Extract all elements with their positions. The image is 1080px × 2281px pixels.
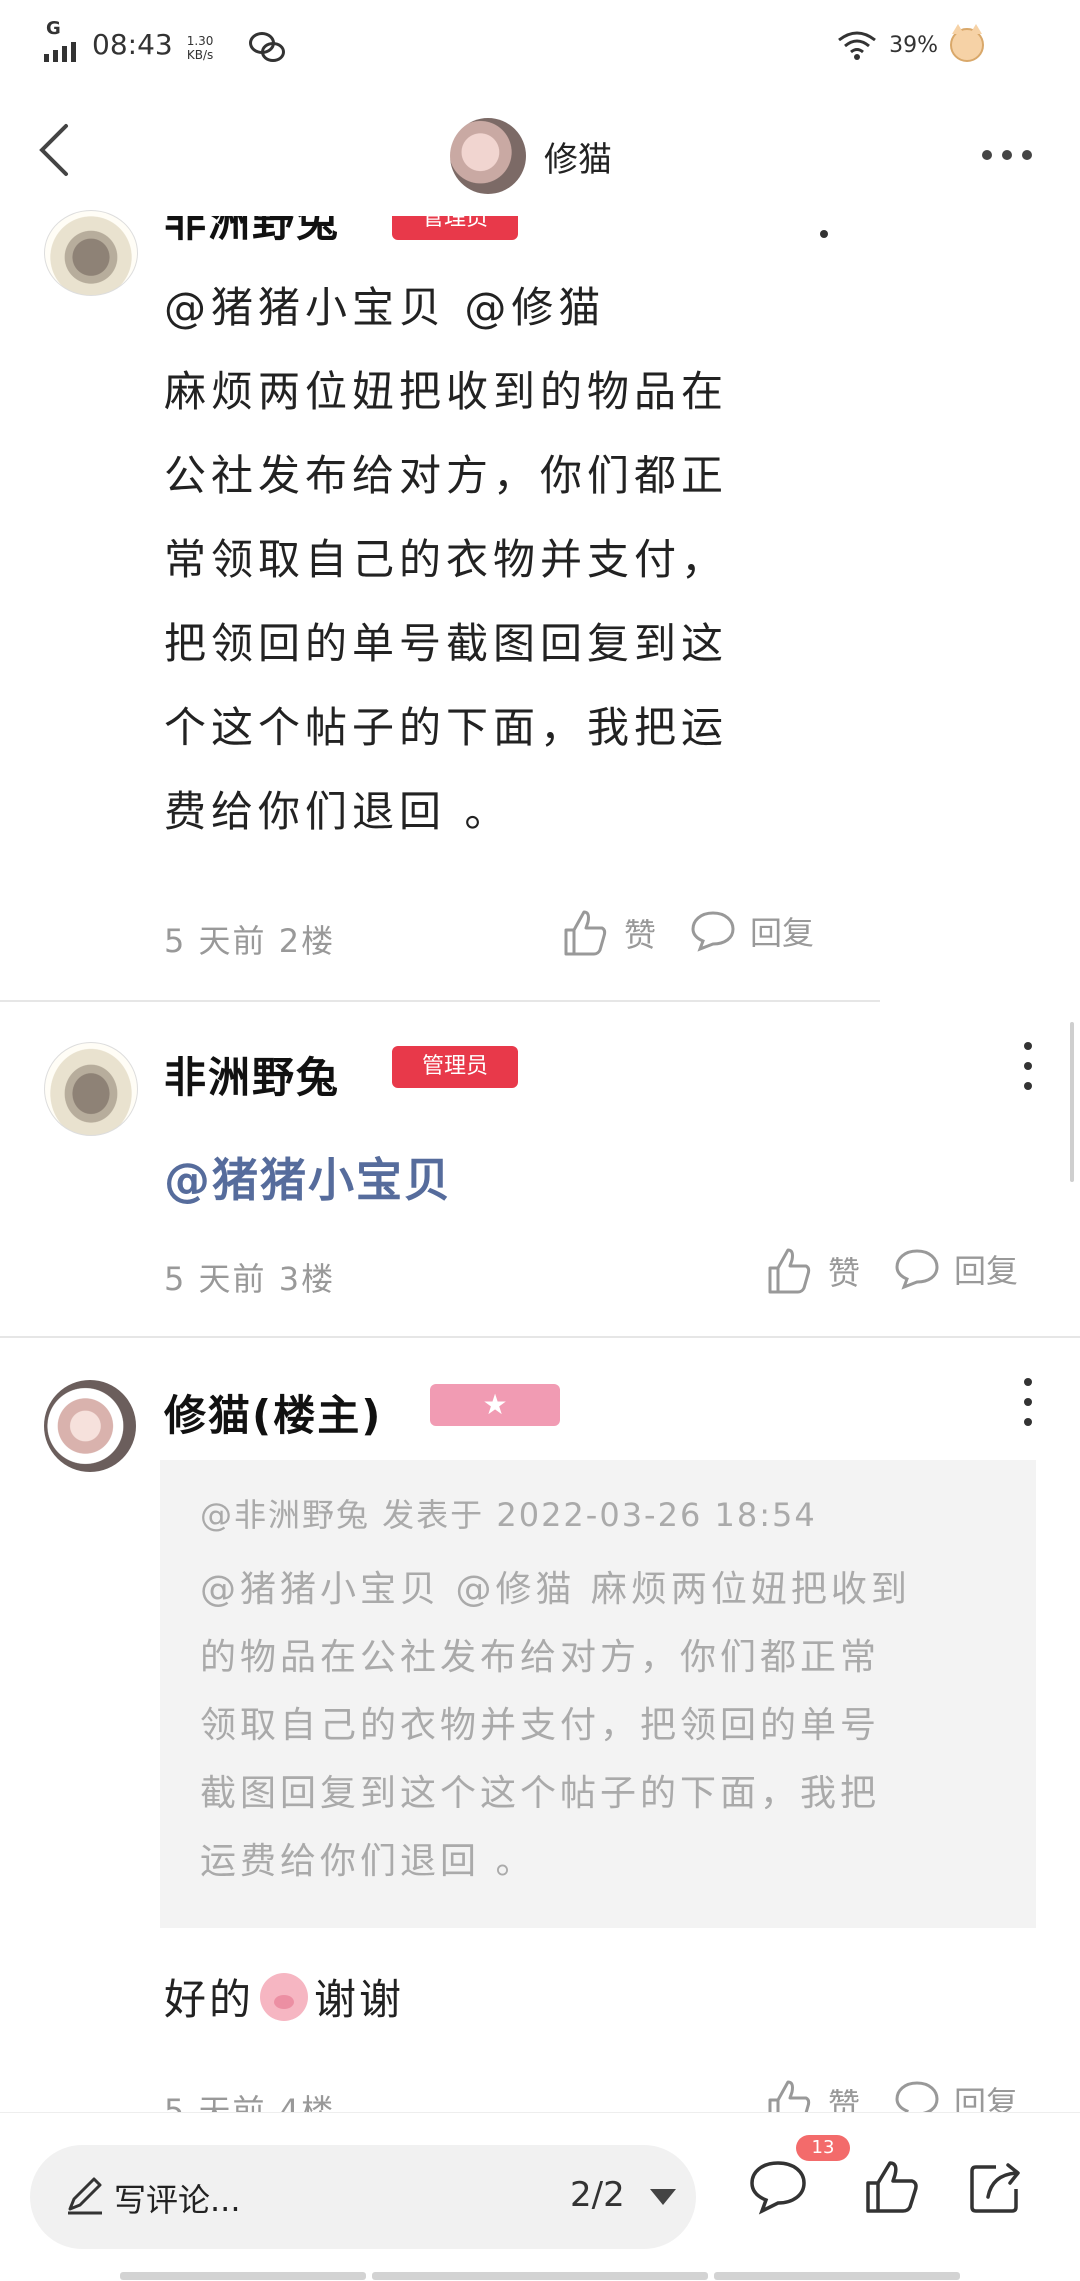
network-type: G <box>46 18 61 39</box>
like-button[interactable]: 赞 <box>560 908 656 958</box>
username[interactable]: 修猫(楼主) <box>164 1382 382 1443</box>
comment-icon <box>895 1249 939 1290</box>
clock: 08:43 <box>92 28 173 61</box>
bottom-bar: 写评论... 2/2 13 <box>0 2112 1080 2281</box>
thumbs-up-icon <box>768 2080 811 2112</box>
more-options-icon[interactable] <box>1022 1378 1034 1426</box>
comment-icon <box>691 911 735 952</box>
page-title: 修猫 <box>544 139 612 180</box>
network-speed: 1.30 KB/s <box>186 34 214 62</box>
back-arrow-icon[interactable] <box>28 120 88 180</box>
post-body: @猪猪小宝贝 @修猫 麻烦两位妞把收到的物品在 公社发布给对方，你们都正 常领取… <box>164 283 729 836</box>
like-icon[interactable] <box>862 2157 922 2217</box>
wifi-icon <box>838 31 877 60</box>
more-options-icon[interactable] <box>1022 1042 1034 1090</box>
comments-icon[interactable] <box>748 2157 808 2217</box>
clipped-meta-row: 5 天前 4楼 赞 回复 <box>0 2070 1080 2112</box>
comment-count-badge: 13 <box>796 2135 850 2161</box>
thumbs-up-icon <box>768 1248 811 1294</box>
nav-user[interactable]: 修猫 <box>450 118 612 194</box>
quote-header: @非洲野兔 发表于 2022-03-26 18:54 <box>200 1496 817 1534</box>
like-button[interactable]: 赞 <box>764 1246 860 1296</box>
more-options-icon[interactable] <box>982 150 1032 160</box>
admin-badge: 管理员 <box>392 216 519 240</box>
gesture-bar <box>372 2272 708 2280</box>
pig-emoji-icon <box>260 1972 309 2021</box>
reply-button[interactable]: 回复 <box>894 1246 1018 1292</box>
dropdown-caret-icon[interactable] <box>650 2189 676 2205</box>
battery-cat-icon <box>950 24 984 62</box>
gesture-bar <box>714 2272 960 2280</box>
post-meta: 5 天前 4楼 <box>164 2092 336 2112</box>
quoted-post[interactable]: @非洲野兔 发表于 2022-03-26 18:54 @猪猪小宝贝 @修猫 麻烦… <box>160 1460 1036 1928</box>
username[interactable]: 非洲野兔 <box>164 1044 340 1105</box>
share-icon[interactable] <box>966 2157 1026 2217</box>
thumbs-up-icon <box>564 910 607 956</box>
quote-body: @猪猪小宝贝 @修猫 麻烦两位妞把收到 的物品在公社发布给对方，你们都正常 领取… <box>200 1569 911 1882</box>
star-badge: ★ <box>430 1384 560 1426</box>
signal-icon: G <box>44 18 76 62</box>
wechat-icon <box>249 30 286 62</box>
post-body: 好的 谢谢 <box>164 1966 404 2027</box>
admin-badge: 管理员 <box>392 1046 519 1088</box>
clipped-header: 非洲野兔 管理员 <box>0 216 1080 250</box>
like-button[interactable]: 赞 <box>764 2078 860 2112</box>
avatar[interactable] <box>450 118 526 194</box>
pen-icon <box>68 2177 102 2215</box>
page-indicator[interactable]: 2/2 <box>570 2175 625 2215</box>
mention-link[interactable]: @猪猪小宝贝 <box>164 1144 452 1210</box>
reply-post-floor-3: 非洲野兔 管理员 @猪猪小宝贝 5 天前 3楼 赞 回复 <box>0 1002 1080 1336</box>
status-bar: G 08:43 1.30 KB/s 39% <box>0 0 1080 84</box>
battery-level: 39% <box>889 32 938 58</box>
nav-bar: 修猫 <box>0 96 1080 216</box>
comment-input[interactable]: 写评论... 2/2 <box>30 2145 696 2249</box>
avatar[interactable] <box>44 1042 138 1136</box>
scrollbar[interactable] <box>1070 1022 1074 1182</box>
username[interactable]: 非洲野兔 <box>164 216 340 249</box>
reply-post-floor-2: 非洲野兔 管理员 @猪猪小宝贝 @修猫 麻烦两位妞把收到的物品在 公社发布给对方… <box>0 210 1080 1006</box>
comment-icon <box>895 2081 939 2112</box>
gesture-bar <box>120 2272 366 2280</box>
post-meta: 5 天前 3楼 <box>164 1260 336 1298</box>
avatar[interactable] <box>44 1380 136 1472</box>
post-meta: 5 天前 2楼 <box>164 922 336 960</box>
more-options-icon[interactable] <box>820 230 828 238</box>
reply-button[interactable]: 回复 <box>690 908 814 954</box>
reply-button[interactable]: 回复 <box>894 2078 1018 2112</box>
comment-placeholder: 写评论... <box>114 2181 241 2219</box>
